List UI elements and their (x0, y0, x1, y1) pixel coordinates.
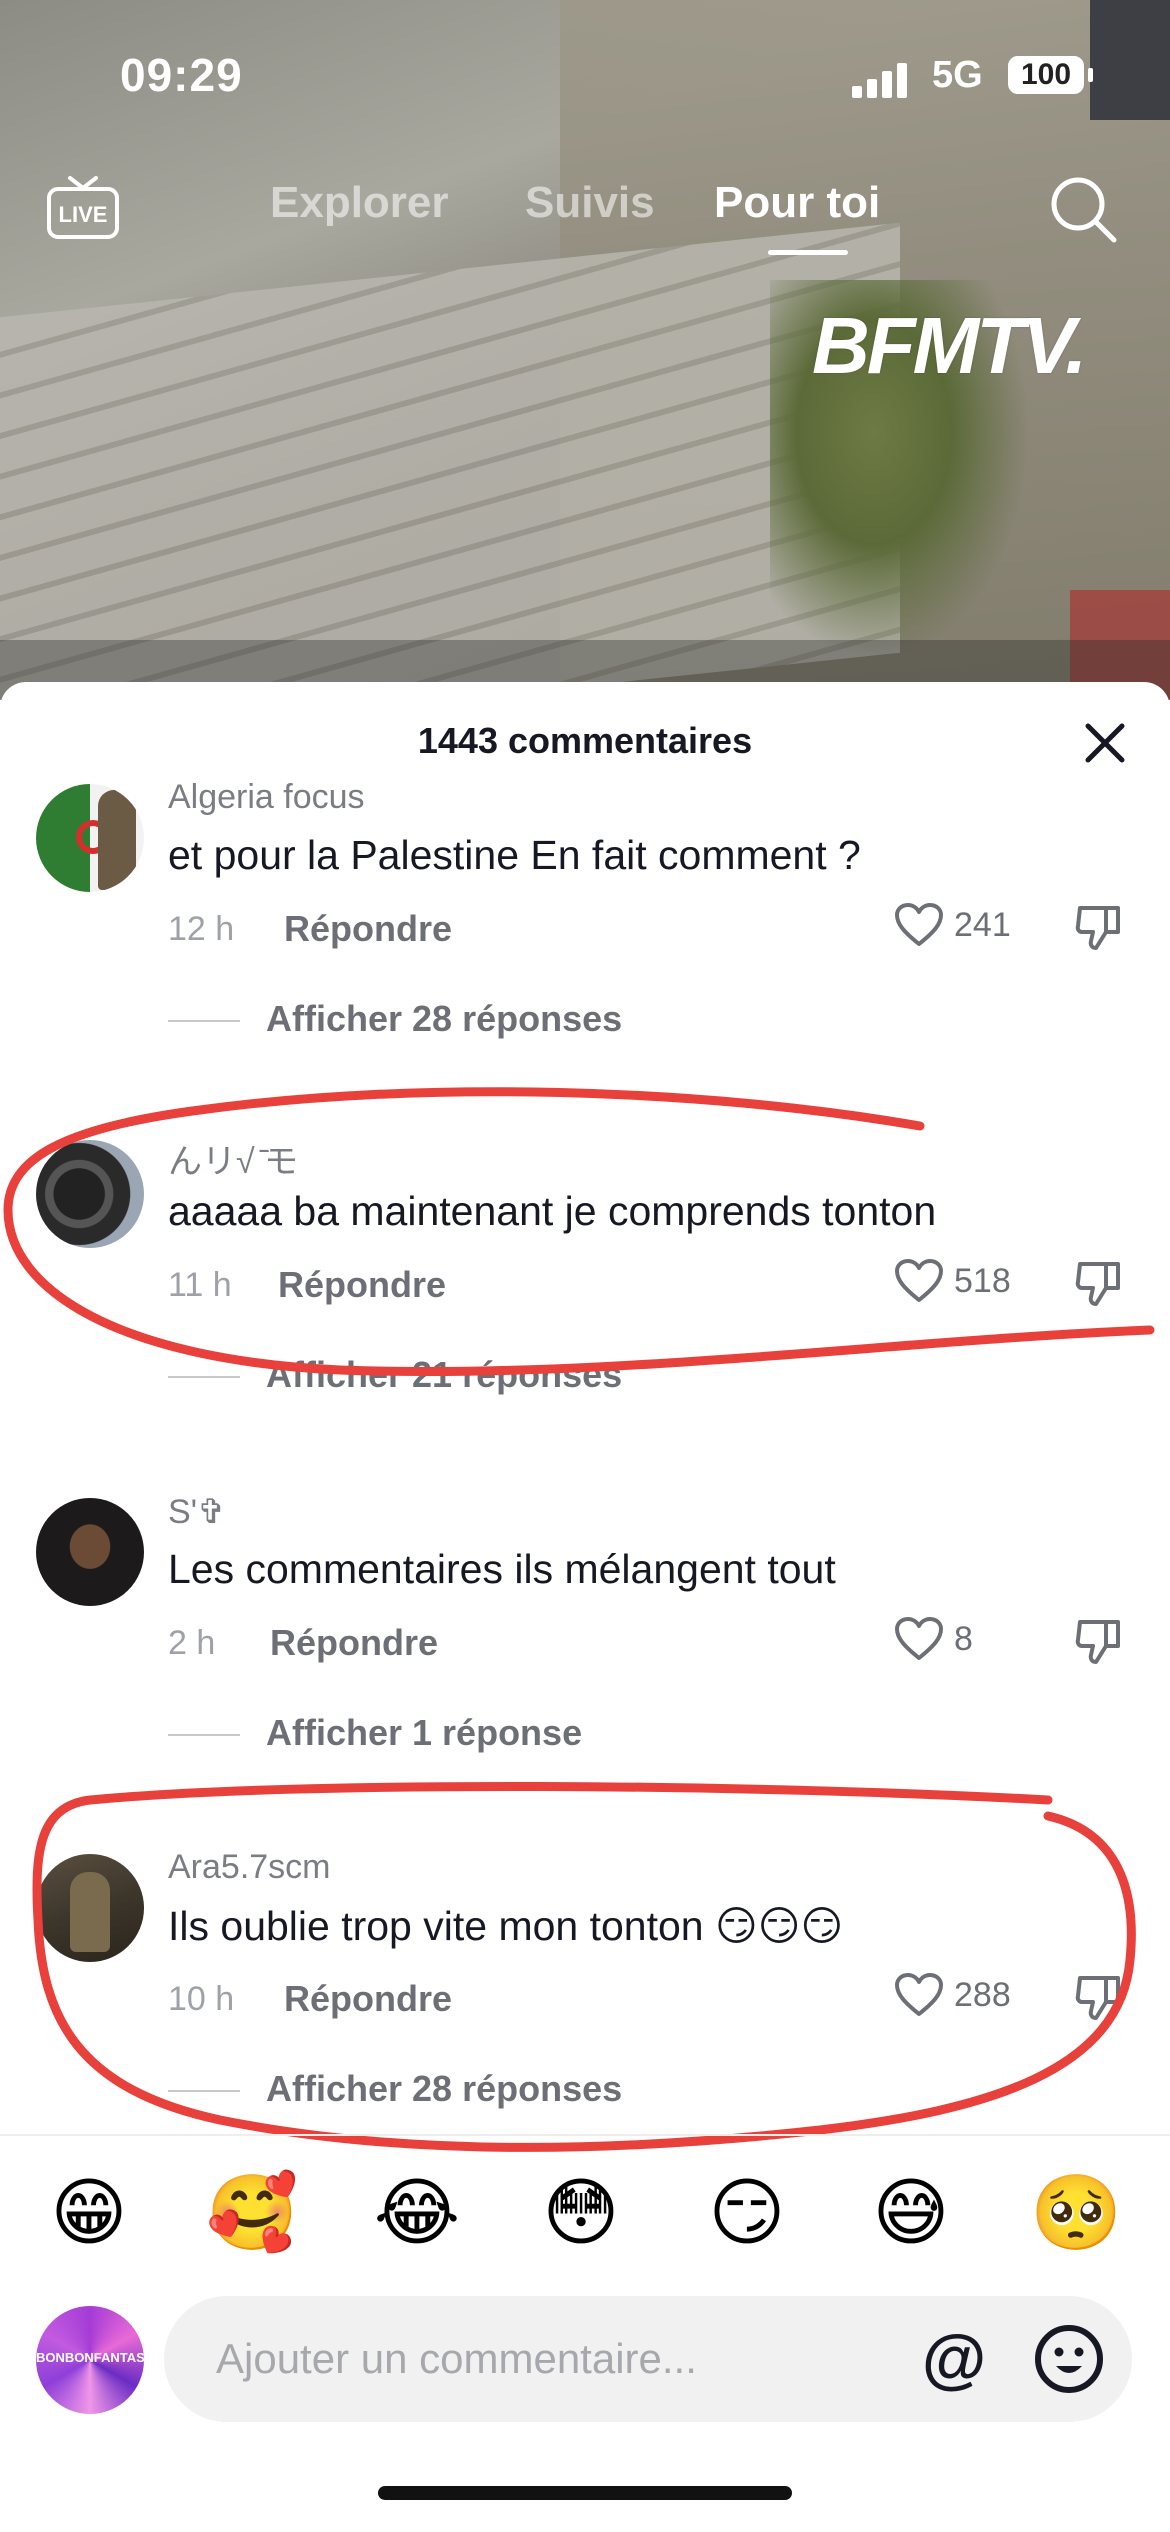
comment-item: んリ√ ̄モ aaaaa ba maintenant je comprends … (0, 1140, 1170, 1490)
like-count: 8 (954, 1620, 973, 1658)
comment-username[interactable]: S'✞ (168, 1492, 226, 1532)
heart-icon (895, 1617, 943, 1660)
replies-divider-line (168, 1734, 240, 1737)
emoji-picker-icon[interactable] (1032, 2322, 1106, 2396)
video-watermark: BFMTV. (812, 301, 1087, 390)
comment-time: 2 h (168, 1624, 216, 1662)
comment-username[interactable]: Ara5.7scm (168, 1848, 331, 1887)
comment-text: Ils oublie trop vite mon tonton 😏😏😏 (168, 1903, 844, 1949)
avatar[interactable] (36, 1854, 144, 1962)
tab-explorer[interactable]: Explorer (270, 178, 449, 228)
comment-input[interactable] (214, 2326, 858, 2392)
network-type: 5G (932, 54, 983, 96)
avatar[interactable] (36, 1498, 144, 1606)
comment-username[interactable]: Algeria focus (168, 778, 365, 817)
cellular-signal-icon (852, 62, 912, 98)
current-user-avatar[interactable]: BONBONFANTASY (36, 2306, 144, 2414)
live-label: LIVE (59, 202, 108, 227)
like-button[interactable]: 8 (894, 1616, 1044, 1666)
search-icon[interactable] (1048, 174, 1118, 244)
comment-text: Les commentaires ils mélangent tout (168, 1546, 836, 1592)
tab-suivis[interactable]: Suivis (525, 178, 655, 228)
reply-button[interactable]: Répondre (278, 1264, 446, 1306)
emoji-sweat-smile[interactable]: 😅 (866, 2168, 956, 2258)
top-navigation: LIVE Explorer Suivis Pour toi (0, 168, 1170, 255)
status-time: 09:29 (120, 49, 243, 101)
reply-button[interactable]: Répondre (284, 1978, 452, 2020)
mention-icon[interactable]: @ (916, 2320, 992, 2396)
like-count: 518 (954, 1262, 1011, 1300)
like-button[interactable]: 288 (894, 1972, 1044, 2022)
emoji-smiling-hearts[interactable]: 🥰 (206, 2168, 298, 2258)
comment-username[interactable]: んリ√ ̄モ (168, 1134, 298, 1183)
view-replies-button[interactable]: Afficher 28 réponses (168, 2068, 622, 2110)
battery-level: 100 (1020, 58, 1072, 91)
dislike-icon[interactable] (1074, 1260, 1126, 1310)
emoji-grin[interactable]: 😁 (44, 2168, 134, 2258)
avatar[interactable] (36, 784, 144, 892)
heart-icon (895, 1259, 943, 1302)
comment-text: et pour la Palestine En fait comment ? (168, 832, 861, 878)
dislike-icon[interactable] (1074, 1618, 1126, 1668)
comment-composer: BONBONFANTASY @ (0, 2296, 1170, 2426)
status-bar: 09:29 5G 100 (0, 40, 1170, 120)
comment-input-container[interactable]: @ (164, 2296, 1132, 2422)
active-tab-indicator (768, 250, 848, 255)
home-indicator[interactable] (378, 2486, 792, 2500)
replies-divider-line (168, 2090, 240, 2093)
comment-item: Algeria focus et pour la Palestine En fa… (0, 778, 1170, 1134)
heart-icon (895, 1973, 943, 2016)
comments-count-title: 1443 commentaires (417, 720, 753, 761)
reply-button[interactable]: Répondre (270, 1622, 438, 1664)
soldier-figure (98, 790, 136, 890)
like-count: 288 (954, 1976, 1011, 2014)
battery-icon: 100 (1008, 56, 1084, 94)
dislike-icon[interactable] (1074, 1974, 1126, 2024)
soldier-figure (70, 1872, 110, 1952)
emoji-pleading[interactable]: 🥺 (1030, 2168, 1122, 2258)
like-button[interactable]: 241 (894, 902, 1044, 952)
view-replies-label: Afficher 21 réponses (266, 1354, 623, 1395)
dislike-icon[interactable] (1074, 904, 1126, 954)
view-replies-label: Afficher 1 réponse (266, 1712, 583, 1753)
view-replies-label: Afficher 28 réponses (266, 2068, 623, 2109)
comment-text: aaaaa ba maintenant je comprends tonton (168, 1188, 937, 1234)
close-icon[interactable] (1080, 718, 1130, 768)
composer-divider (0, 2134, 1170, 2136)
live-tv-icon[interactable]: LIVE (46, 174, 120, 240)
battery-tip (1088, 68, 1093, 82)
view-replies-button[interactable]: Afficher 21 réponses (168, 1354, 622, 1396)
emoji-tears-of-joy[interactable]: 😂 (372, 2168, 462, 2258)
view-replies-button[interactable]: Afficher 1 réponse (168, 1712, 582, 1754)
reply-button[interactable]: Répondre (284, 908, 452, 950)
comment-item: Ara5.7scm Ils oublie trop vite mon tonto… (0, 1848, 1170, 2204)
emoji-smirk[interactable]: 😏 (702, 2168, 792, 2258)
like-count: 241 (954, 906, 1011, 944)
quick-emoji-bar: 😁 🥰 😂 😳 😏 😅 🥺 (0, 2168, 1170, 2268)
comment-time: 12 h (168, 910, 235, 948)
replies-divider-line (168, 1020, 240, 1023)
heart-icon (895, 903, 943, 946)
comment-item: S'✞ Les commentaires ils mélangent tout … (0, 1493, 1170, 1848)
video-scene-stone-wall (0, 222, 900, 700)
view-replies-label: Afficher 28 réponses (266, 998, 623, 1039)
comment-time: 11 h (168, 1266, 232, 1304)
view-replies-button[interactable]: Afficher 28 réponses (168, 998, 622, 1040)
emoji-flushed[interactable]: 😳 (536, 2168, 626, 2258)
replies-divider-line (168, 1376, 240, 1379)
current-user-avatar-text: BONBONFANTASY (36, 2350, 144, 2365)
like-button[interactable]: 518 (894, 1258, 1044, 1308)
avatar[interactable] (36, 1140, 144, 1248)
comment-time: 10 h (168, 1980, 235, 2018)
tab-pour-toi[interactable]: Pour toi (714, 178, 880, 228)
